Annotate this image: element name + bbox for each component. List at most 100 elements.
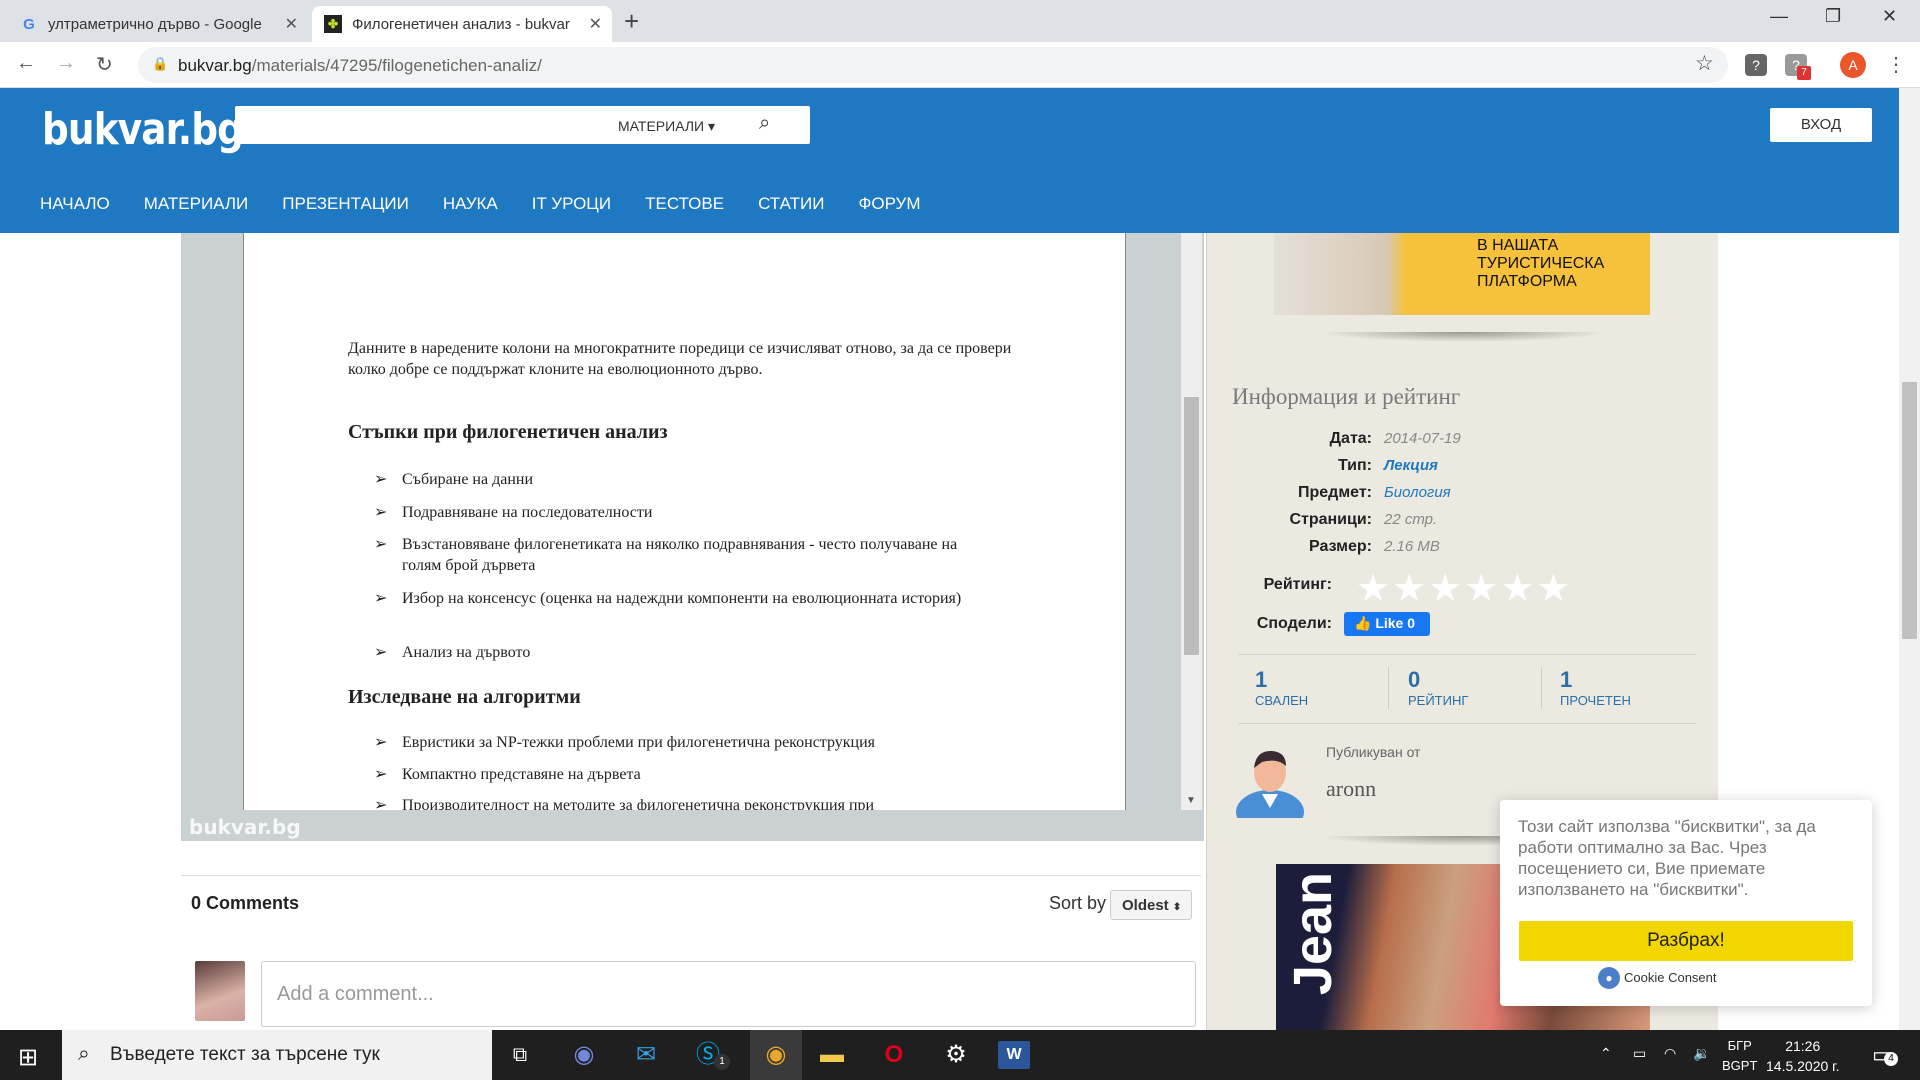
doc-watermark: bukvar.bg <box>189 815 301 839</box>
author-name[interactable]: aronn <box>1326 776 1376 802</box>
rating-stars[interactable]: ★★★★★★ <box>1356 566 1572 611</box>
input-language[interactable]: БГР BGPT <box>1722 1036 1757 1076</box>
menu-item-science[interactable]: НАУКА <box>443 194 498 218</box>
word-icon[interactable]: W <box>998 1041 1030 1069</box>
document-footer: bukvar.bg <box>181 810 1204 841</box>
close-tab-icon[interactable]: ✕ <box>285 14 298 34</box>
ad-banner-top[interactable]: В НАШАТА ТУРИСТИЧЕСКА ПЛАТФОРМА <box>1274 233 1650 315</box>
chevron-up-icon[interactable]: ⌃ <box>1600 1045 1612 1062</box>
stat-read: 1 ПРОЧЕТЕН <box>1560 667 1631 708</box>
site-search-input[interactable]: МАТЕРИАЛИ ▾ ⌕ <box>235 106 810 144</box>
star-icon[interactable]: ★ <box>1536 568 1572 610</box>
chrome-icon[interactable]: ◉ <box>750 1030 802 1080</box>
bookmark-star-icon[interactable]: ☆ <box>1695 51 1714 76</box>
shadow-divider <box>1318 332 1608 342</box>
login-button[interactable]: ВХОД <box>1770 108 1872 142</box>
extension-badge-count: 7 <box>1797 66 1811 80</box>
notif-count: 4 <box>1884 1052 1898 1066</box>
cookie-consent-brand[interactable]: ● Cookie Consent <box>1598 967 1717 989</box>
commenter-avatar <box>195 961 245 1021</box>
star-icon[interactable]: ★ <box>1428 568 1464 610</box>
menu-item-materials[interactable]: МАТЕРИАЛИ <box>144 194 249 218</box>
browser-tab-bukvar[interactable]: ✤ Филогенетичен анализ - bukvar ✕ <box>312 6 612 42</box>
taskbar-search-input[interactable]: ⌕ Въведете текст за търсене тук <box>62 1030 492 1080</box>
type-link[interactable]: Лекция <box>1384 457 1438 474</box>
facebook-like-button[interactable]: 👍 Like 0 <box>1344 612 1430 636</box>
tab-title: ултраметрично дърво - Google <box>48 15 262 33</box>
comment-input[interactable]: Add a comment... <box>261 961 1196 1027</box>
discord-icon[interactable]: ◉ <box>564 1040 604 1070</box>
clock[interactable]: 21:26 14.5.2020 г. <box>1766 1036 1839 1076</box>
minimize-icon[interactable]: — <box>1770 6 1788 27</box>
pages-value: 22 стр. <box>1384 511 1438 528</box>
maximize-icon[interactable]: ❐ <box>1825 6 1841 27</box>
stats-bar: 1 СВАЛЕН 0 РЕЙТИНГ 1 ПРОЧЕТЕН <box>1238 654 1696 724</box>
doc-bullet: Събиране на данни <box>350 469 990 490</box>
menu-item-tests[interactable]: ТЕСТОВЕ <box>645 194 724 218</box>
scroll-down-icon[interactable]: ▼ <box>1186 795 1196 806</box>
close-window-icon[interactable]: ✕ <box>1882 6 1897 27</box>
menu-item-it-lessons[interactable]: IT УРОЦИ <box>532 194 611 218</box>
author-avatar <box>1236 750 1304 818</box>
opera-icon[interactable]: O <box>874 1040 914 1070</box>
cookie-accept-button[interactable]: Разбрах! <box>1519 921 1853 961</box>
star-icon[interactable]: ★ <box>1464 568 1500 610</box>
extension-help-icon[interactable]: ? <box>1745 54 1767 76</box>
menu-item-articles[interactable]: СТАТИИ <box>758 194 824 218</box>
size-label: Размер: <box>1309 538 1372 555</box>
browser-menu-icon[interactable]: ⋮ <box>1886 52 1906 77</box>
search-icon[interactable]: ⌕ <box>759 112 770 135</box>
doc-bullet: Компактно представяне на дървета <box>350 764 990 785</box>
notifications-icon[interactable]: ▭ 4 <box>1872 1042 1898 1068</box>
share-label: Сподели: <box>1256 615 1332 632</box>
google-icon: G <box>23 15 35 33</box>
close-tab-icon[interactable]: ✕ <box>589 14 602 34</box>
comments-count: 0 Comments <box>191 893 300 913</box>
file-explorer-icon[interactable]: ▬ <box>812 1040 852 1070</box>
profile-avatar[interactable]: A <box>1840 52 1866 78</box>
url-field[interactable]: 🔒 bukvar.bg/materials/47295/filogenetich… <box>138 47 1728 83</box>
cookie-icon: ● <box>1598 967 1620 989</box>
new-tab-button[interactable]: + <box>624 6 639 37</box>
back-icon[interactable]: ← <box>16 52 36 75</box>
stat-label: СВАЛЕН <box>1255 693 1309 708</box>
forward-icon[interactable]: → <box>56 52 76 75</box>
sort-arrows-icon: ⬍ <box>1172 902 1182 913</box>
clock-time: 21:26 <box>1785 1038 1821 1054</box>
sort-label: Sort by <box>1049 893 1107 913</box>
site-logo[interactable]: bukvar.bg <box>42 104 244 155</box>
doc-bullet: Анализ на дървото <box>350 642 990 663</box>
reload-icon[interactable]: ↻ <box>96 52 113 77</box>
lang-bottom: BGPT <box>1722 1058 1758 1073</box>
star-icon[interactable]: ★ <box>1392 568 1428 610</box>
page-scroll-thumb[interactable] <box>1902 382 1917 639</box>
menu-item-forum[interactable]: ФОРУМ <box>858 194 920 218</box>
sort-select[interactable]: Oldest ⬍ <box>1110 890 1192 920</box>
bukvar-icon: ✤ <box>324 15 342 33</box>
volume-icon[interactable]: 🔉 <box>1693 1045 1710 1062</box>
battery-icon[interactable]: ▭ <box>1633 1045 1646 1062</box>
subject-link[interactable]: Биология <box>1384 484 1451 501</box>
task-view-icon[interactable]: ⧉ <box>500 1040 540 1070</box>
star-icon[interactable]: ★ <box>1500 568 1536 610</box>
sort-value: Oldest <box>1122 897 1169 914</box>
skype-icon[interactable]: Ⓢ 1 <box>688 1040 730 1070</box>
url-path: /materials/47295/filogenetichen-analiz/ <box>251 56 542 75</box>
star-icon[interactable]: ★ <box>1356 568 1392 610</box>
search-icon: ⌕ <box>78 1042 90 1065</box>
main-menu: НАЧАЛО МАТЕРИАЛИ ПРЕЗЕНТАЦИИ НАУКА IT УР… <box>0 194 921 218</box>
menu-item-home[interactable]: НАЧАЛО <box>40 194 110 218</box>
doc-heading-algorithms: Изследване на алгоритми <box>348 686 581 708</box>
menu-item-presentations[interactable]: ПРЕЗЕНТАЦИИ <box>282 194 409 218</box>
published-by-label: Публикуван от <box>1326 744 1421 760</box>
info-title: Информация и рейтинг <box>1232 384 1461 409</box>
settings-gear-icon[interactable]: ⚙ <box>936 1040 976 1070</box>
wifi-icon[interactable]: ◠ <box>1664 1045 1676 1062</box>
browser-tab-google[interactable]: G ултраметрично дърво - Google ✕ <box>8 6 308 42</box>
stat-downloaded: 1 СВАЛЕН <box>1255 667 1308 708</box>
materials-dropdown[interactable]: МАТЕРИАЛИ ▾ <box>618 118 715 135</box>
mail-icon[interactable]: ✉ <box>626 1040 666 1070</box>
extension-badge-icon[interactable]: ? 7 <box>1785 54 1811 80</box>
windows-start-icon[interactable]: ⊞ <box>18 1043 38 1072</box>
divider <box>1541 667 1542 709</box>
